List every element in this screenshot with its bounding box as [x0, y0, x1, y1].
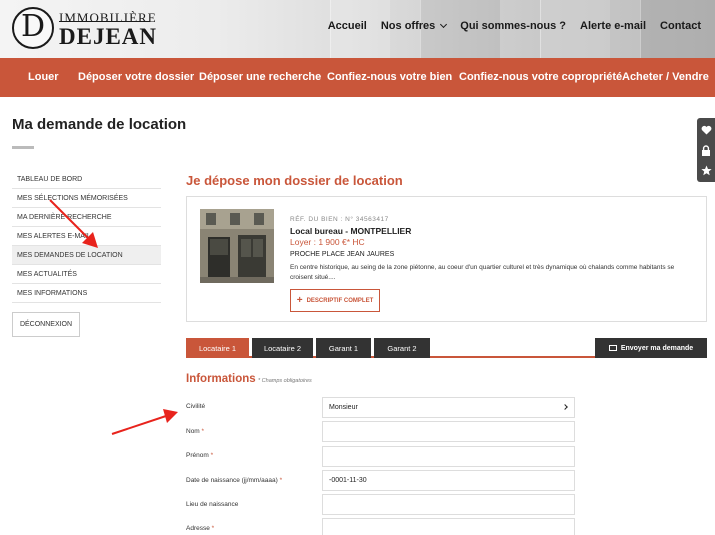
- field-label-text: Prénom: [186, 452, 209, 459]
- field-label-text: Lieu de naissance: [186, 501, 239, 508]
- tab-locataire-1[interactable]: Locataire 1: [186, 338, 249, 358]
- date-naissance-label: Date de naissance (jj/mm/aaaa) *: [186, 477, 282, 484]
- logo-line2: DEJEAN: [59, 24, 158, 49]
- topnav-label: Contact: [660, 20, 701, 32]
- nom-label: Nom *: [186, 428, 204, 435]
- prenom-label: Prénom *: [186, 452, 213, 459]
- lock-icon[interactable]: [697, 140, 715, 160]
- mainnav-louer[interactable]: Louer: [28, 71, 59, 83]
- lieu-naissance-field[interactable]: [322, 494, 575, 515]
- mainnav-confiez-copropriete[interactable]: Confiez-nous votre copropriété: [459, 71, 622, 83]
- field-label-text: Adresse: [186, 525, 210, 532]
- tab-garant-1[interactable]: Garant 1: [316, 338, 371, 358]
- full-description-button[interactable]: + DESCRIPTIF COMPLET: [290, 289, 380, 312]
- account-side-menu: TABLEAU DE BORD MES SÉLECTIONS MÉMORISÉE…: [12, 170, 161, 303]
- field-label-text: Civilité: [186, 403, 206, 410]
- required-marker: *: [279, 477, 283, 484]
- property-reference: RÉF. DU BIEN : N° 34563417: [290, 216, 389, 223]
- topnav-alerte-email[interactable]: Alerte e-mail: [580, 20, 646, 32]
- date-naissance-field[interactable]: -0001-11-30: [322, 470, 575, 491]
- prenom-field[interactable]: [322, 446, 575, 467]
- logo-rule: [59, 21, 150, 22]
- main-navigation: Louer Déposer votre dossier Déposer une …: [0, 58, 715, 97]
- top-navigation: Accueil Nos offres Qui sommes-nous ? Ale…: [314, 20, 701, 32]
- topnav-label: Accueil: [327, 20, 367, 32]
- heart-icon[interactable]: [697, 120, 715, 140]
- tab-locataire-2[interactable]: Locataire 2: [252, 338, 313, 358]
- date-naissance-value: -0001-11-30: [329, 477, 367, 484]
- sidemenu-selections[interactable]: MES SÉLECTIONS MÉMORISÉES: [12, 189, 161, 208]
- topnav-label: Qui sommes-nous ?: [460, 20, 567, 32]
- required-marker: *: [201, 428, 205, 435]
- send-request-label: Envoyer ma demande: [620, 344, 694, 352]
- mainnav-deposer-dossier[interactable]: Déposer votre dossier: [78, 71, 194, 83]
- full-description-label: DESCRIPTIF COMPLET: [306, 297, 374, 304]
- field-label-text: Date de naissance (jj/mm/aaaa): [186, 477, 278, 484]
- topnav-qui-sommes-nous[interactable]: Qui sommes-nous ?: [460, 20, 566, 32]
- topnav-label: Alerte e-mail: [580, 20, 647, 32]
- mainnav-confiez-bien[interactable]: Confiez-nous votre bien: [327, 71, 452, 83]
- star-icon[interactable]: [697, 160, 715, 180]
- chevron-down-icon: [440, 20, 448, 29]
- civilite-label: Civilité: [186, 403, 205, 410]
- civilite-value: Monsieur: [329, 404, 358, 411]
- sidemenu-tableau-de-bord[interactable]: TABLEAU DE BORD: [12, 170, 161, 189]
- title-divider: [12, 146, 34, 149]
- logo-letter: D: [21, 9, 46, 44]
- civilite-select[interactable]: Monsieur: [322, 397, 575, 418]
- sidemenu-derniere-recherche[interactable]: MA DERNIÈRE RECHERCHE: [12, 208, 161, 227]
- topnav-label: Nos offres: [380, 20, 436, 32]
- required-fields-note: * Champs obligatoires: [258, 378, 312, 384]
- chevron-right-icon: [562, 404, 568, 410]
- envelope-icon: [608, 345, 617, 351]
- property-rent: Loyer : 1 900 €* HC: [290, 237, 365, 247]
- send-request-button[interactable]: Envoyer ma demande: [595, 338, 707, 358]
- topnav-accueil[interactable]: Accueil: [328, 20, 367, 32]
- floating-toolbar: [697, 118, 715, 182]
- site-logo[interactable]: D IMMOBILIÈRE DEJEAN: [12, 7, 156, 51]
- property-name[interactable]: Local bureau - MONTPELLIER: [290, 226, 411, 236]
- site-header: D IMMOBILIÈRE DEJEAN Accueil Nos offres …: [0, 0, 715, 58]
- mainnav-acheter-vendre[interactable]: Acheter / Vendre: [622, 71, 709, 83]
- property-description: En centre historique, au seing de la zon…: [290, 264, 675, 281]
- field-label-text: Nom: [186, 428, 200, 435]
- lieu-naissance-label: Lieu de naissance: [186, 501, 238, 508]
- sidemenu-alertes-email[interactable]: MES ALERTES E-MAIL: [12, 227, 161, 246]
- tab-garant-2[interactable]: Garant 2: [374, 338, 430, 358]
- informations-heading: Informations: [186, 373, 256, 385]
- page-title: Ma demande de location: [12, 116, 187, 133]
- logout-button[interactable]: DÉCONNEXION: [12, 312, 80, 337]
- plus-icon: +: [296, 295, 303, 306]
- property-photo[interactable]: [200, 209, 274, 283]
- topnav-contact[interactable]: Contact: [660, 20, 701, 32]
- sidemenu-demandes-location[interactable]: MES DEMANDES DE LOCATION: [12, 246, 161, 265]
- mainnav-deposer-recherche[interactable]: Déposer une recherche: [199, 71, 321, 83]
- required-marker: *: [211, 525, 215, 532]
- main-heading: Je dépose mon dossier de location: [186, 173, 403, 188]
- red-arrow-to-civilite: [111, 409, 178, 435]
- property-address: PROCHE PLACE JEAN JAURES: [290, 251, 395, 258]
- topnav-nos-offres[interactable]: Nos offres: [380, 20, 448, 32]
- adresse-label: Adresse *: [186, 525, 214, 532]
- applicant-tabs: Locataire 1 Locataire 2 Garant 1 Garant …: [186, 338, 707, 358]
- property-card: RÉF. DU BIEN : N° 34563417 Local bureau …: [186, 196, 707, 322]
- sidemenu-actualites[interactable]: MES ACTUALITÉS: [12, 265, 161, 284]
- sidemenu-informations[interactable]: MES INFORMATIONS: [12, 284, 161, 303]
- required-marker: *: [210, 452, 214, 459]
- adresse-field[interactable]: [322, 518, 575, 535]
- nom-field[interactable]: [322, 421, 575, 442]
